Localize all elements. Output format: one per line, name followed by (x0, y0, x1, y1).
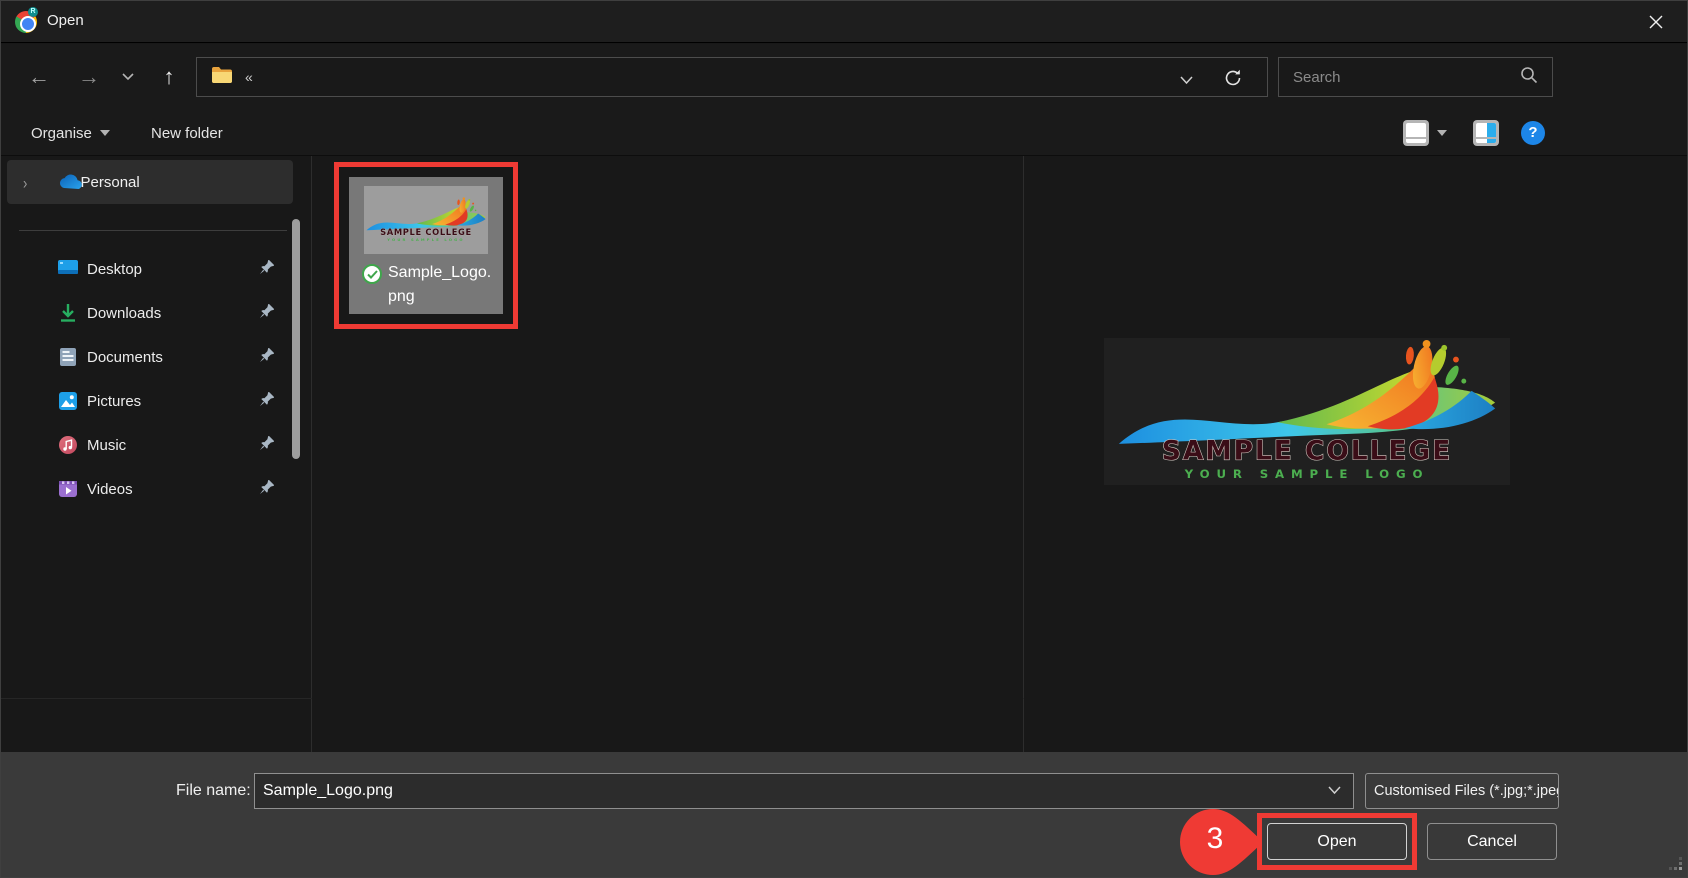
help-icon: ? (1521, 121, 1545, 145)
address-bar[interactable]: « (196, 57, 1268, 97)
sidebar: › - Personal Desktop (1, 156, 311, 752)
window-title: Open (47, 12, 84, 29)
folder-icon (211, 66, 233, 89)
search-icon[interactable] (1520, 66, 1538, 89)
file-tile-sample-logo[interactable]: SAMPLE COLLEGE YOUR SAMPLE LOGO Sample_L… (349, 177, 503, 314)
logo-title: SAMPLE COLLEGE (380, 227, 472, 237)
sidebar-divider (19, 230, 287, 231)
recent-locations-chevron-icon[interactable] (113, 44, 143, 110)
file-name-label: Sample_Logo. png (388, 261, 491, 309)
search-box (1278, 57, 1553, 97)
preview-pane-button[interactable] (1473, 110, 1499, 156)
file-name-combobox (254, 773, 1354, 809)
logo-subtitle: YOUR SAMPLE LOGO (1184, 467, 1430, 481)
cancel-button[interactable]: Cancel (1427, 823, 1557, 860)
synced-check-icon (362, 264, 382, 284)
sidebar-item-videos[interactable]: Videos (7, 469, 285, 509)
music-icon (57, 434, 79, 456)
sidebar-item-label: Music (87, 437, 259, 454)
refresh-icon[interactable] (1223, 68, 1243, 93)
sidebar-item-music[interactable]: Music (7, 425, 285, 465)
pin-icon (259, 435, 275, 456)
downloads-icon (57, 302, 79, 324)
close-icon[interactable] (1633, 1, 1679, 43)
annotation-step-number: 3 (1195, 822, 1235, 856)
sidebar-item-label: Downloads (87, 305, 259, 322)
file-type-value: Customised Files (*.jpg;*.jpeg;*. (1366, 783, 1559, 799)
address-dropdown-chevron-icon[interactable] (1180, 72, 1193, 90)
sidebar-item-label: Documents (87, 349, 259, 366)
logo-title: SAMPLE COLLEGE (1162, 436, 1452, 467)
breadcrumb[interactable]: « (245, 69, 253, 85)
forward-button[interactable]: → (69, 44, 109, 110)
sidebar-item-downloads[interactable]: Downloads (7, 293, 285, 333)
preview-pane: SAMPLE COLLEGE YOUR SAMPLE LOGO (1024, 156, 1688, 752)
expand-chevron-icon[interactable]: › (23, 172, 27, 192)
documents-icon (57, 346, 79, 368)
pin-icon (259, 391, 275, 412)
preview-pane-icon (1473, 120, 1499, 146)
sidebar-item-desktop[interactable]: Desktop (7, 249, 285, 289)
titlebar: R Open (1, 1, 1687, 43)
sidebar-scrollbar[interactable] (292, 219, 300, 459)
organise-label: Organise (31, 125, 92, 142)
file-thumbnail: SAMPLE COLLEGE YOUR SAMPLE LOGO (364, 186, 488, 254)
new-folder-label: New folder (151, 125, 223, 142)
file-name-input[interactable] (255, 782, 1328, 800)
sidebar-item-label: Pictures (87, 393, 259, 410)
dialog-footer: File name: Customised Files (*.jpg;*.jpe… (1, 752, 1687, 878)
help-button[interactable]: ? (1521, 110, 1545, 156)
new-folder-button[interactable]: New folder (151, 110, 223, 156)
sidebar-item-documents[interactable]: Documents (7, 337, 285, 377)
command-bar: Organise New folder ? (1, 110, 1687, 156)
sidebar-item-label: Videos (87, 481, 259, 498)
file-name-row: Sample_Logo. png (362, 261, 491, 309)
open-button[interactable]: Open (1267, 823, 1407, 860)
view-mode-button[interactable] (1403, 110, 1447, 156)
annotation-step-callout: 3 (1167, 807, 1267, 877)
pin-icon (259, 347, 275, 368)
organise-menu[interactable]: Organise (31, 110, 110, 156)
chevron-down-icon (100, 130, 110, 136)
preview-image: SAMPLE COLLEGE YOUR SAMPLE LOGO (1104, 338, 1510, 485)
sidebar-item-label: Desktop (87, 261, 259, 278)
file-name-line1: Sample_Logo. (388, 264, 491, 281)
chrome-profile-badge: R (28, 7, 38, 17)
chevron-down-icon (1437, 130, 1447, 136)
pin-icon (259, 259, 275, 280)
pin-icon (259, 303, 275, 324)
up-button[interactable]: ↑ (149, 44, 189, 110)
videos-icon (57, 478, 79, 500)
desktop-icon (57, 258, 79, 280)
file-name-dropdown-chevron-icon[interactable] (1328, 782, 1341, 800)
pin-icon (259, 479, 275, 500)
file-type-select[interactable]: Customised Files (*.jpg;*.jpeg;*. (1365, 773, 1559, 809)
navigation-bar: ← → ↑ « (1, 44, 1687, 110)
search-input[interactable] (1279, 69, 1520, 86)
sidebar-item-pictures[interactable]: Pictures (7, 381, 285, 421)
file-name-field-label: File name: (176, 782, 251, 800)
logo-subtitle: YOUR SAMPLE LOGO (386, 238, 464, 242)
resize-grip[interactable] (1669, 857, 1683, 876)
thumbnails-view-icon (1403, 120, 1429, 146)
onedrive-cloud-icon (57, 169, 85, 200)
pictures-icon (57, 390, 79, 412)
sidebar-item-onedrive-personal[interactable]: › - Personal (7, 160, 293, 204)
back-button[interactable]: ← (19, 44, 59, 110)
file-name-line2: png (388, 288, 415, 305)
open-file-dialog: R Open ← → ↑ « (0, 0, 1688, 878)
